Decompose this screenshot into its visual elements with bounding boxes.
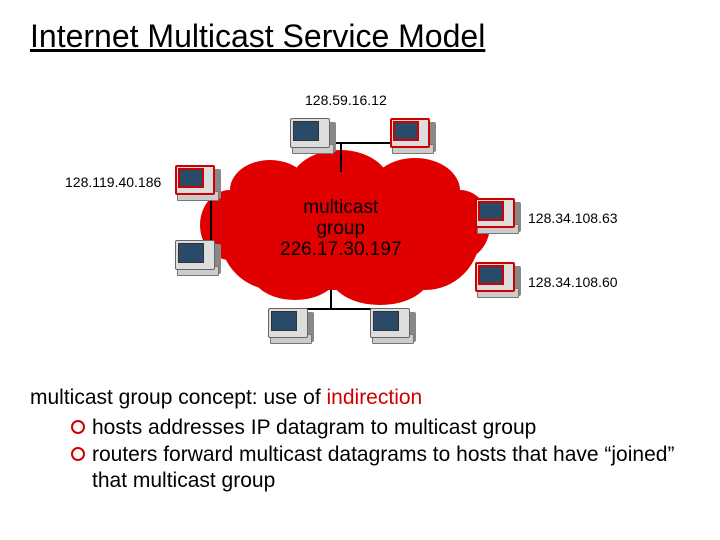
cloud-line2: group — [280, 219, 402, 240]
ip-label-left: 128.119.40.186 — [65, 174, 161, 190]
link-line — [210, 200, 212, 230]
bullet-item: hosts addresses IP datagram to multicast… — [70, 415, 690, 441]
computer-icon — [475, 198, 519, 234]
ip-label-right2: 128.34.108.60 — [528, 274, 618, 290]
computer-icon — [268, 308, 312, 344]
computer-icon — [175, 165, 219, 201]
lead-highlight: indirection — [327, 386, 423, 409]
computer-icon — [290, 118, 334, 154]
circle-bullet-icon — [70, 419, 86, 435]
network-diagram: multicast group 226.17.30.197 128.59.16.… — [0, 70, 720, 370]
description-lead: multicast group concept: use of indirect… — [30, 385, 690, 411]
ip-label-right1: 128.34.108.63 — [528, 210, 618, 226]
link-line — [330, 290, 332, 310]
ip-label-top: 128.59.16.12 — [305, 92, 387, 108]
computer-icon — [475, 262, 519, 298]
bullet-list: hosts addresses IP datagram to multicast… — [70, 415, 690, 494]
bullet-text: hosts addresses IP datagram to multicast… — [92, 415, 690, 441]
computer-icon — [370, 308, 414, 344]
cloud-line3: 226.17.30.197 — [280, 240, 402, 261]
page-title: Internet Multicast Service Model — [30, 18, 485, 55]
bullet-item: routers forward multicast datagrams to h… — [70, 442, 690, 495]
description-block: multicast group concept: use of indirect… — [30, 385, 690, 494]
link-line — [340, 142, 342, 172]
circle-bullet-icon — [70, 446, 86, 462]
computer-icon — [390, 118, 434, 154]
bullet-text: routers forward multicast datagrams to h… — [92, 442, 690, 495]
computer-icon — [175, 240, 219, 276]
cloud-line1: multicast — [280, 198, 402, 219]
multicast-group-label: multicast group 226.17.30.197 — [280, 198, 402, 261]
lead-text: multicast group concept: use of — [30, 386, 327, 409]
